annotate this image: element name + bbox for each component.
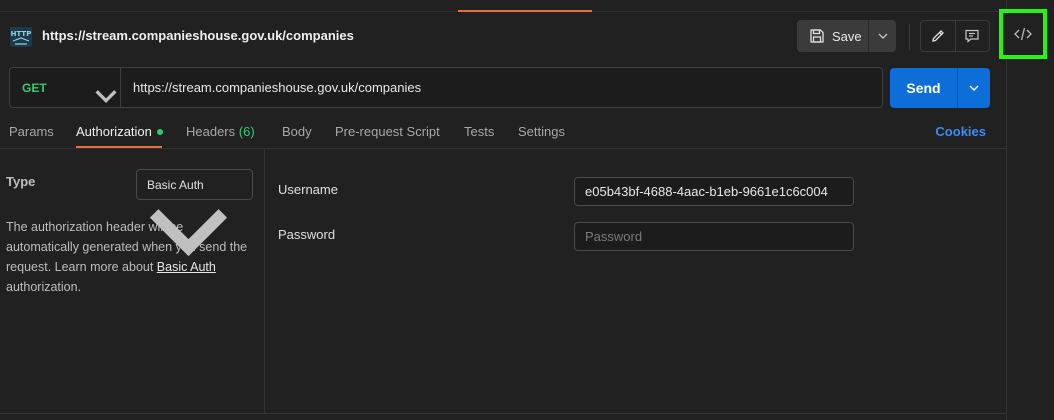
tab-tests[interactable]: Tests: [464, 124, 494, 139]
tab-headers[interactable]: Headers (6): [186, 124, 255, 139]
save-label: Save: [832, 28, 862, 44]
active-tab-underline: [76, 146, 162, 148]
username-label: Username: [278, 182, 338, 197]
edit-button[interactable]: [921, 21, 956, 51]
send-button-group: Send: [890, 68, 990, 108]
edit-actions: [920, 20, 990, 52]
status-dot-icon: [156, 128, 163, 135]
request-title[interactable]: https://stream.companieshouse.gov.uk/com…: [42, 28, 354, 43]
request-tabs: Params Authorization Headers (6) Body Pr…: [0, 118, 1006, 149]
send-button[interactable]: Send: [890, 68, 958, 108]
save-button[interactable]: Save: [797, 20, 869, 52]
auth-description: The authorization header will be automat…: [6, 217, 256, 297]
comment-icon: [965, 29, 979, 43]
active-tab-indicator: [458, 10, 592, 12]
pencil-icon: [931, 30, 944, 42]
auth-type-select[interactable]: Basic Auth: [136, 169, 253, 257]
cookies-link[interactable]: Cookies: [935, 124, 986, 139]
tab-body[interactable]: Body: [282, 124, 312, 139]
code-icon: [1014, 27, 1032, 41]
bottom-divider: [0, 413, 1006, 414]
chevron-down-icon: [969, 85, 979, 91]
tab-authorization-label: Authorization: [76, 124, 152, 139]
save-button-group: Save: [797, 20, 896, 52]
request-header: HTTP https://stream.companieshouse.gov.u…: [0, 20, 1006, 54]
url-bar: GET https://stream.companieshouse.gov.uk…: [9, 67, 883, 108]
http-icon: HTTP: [10, 27, 32, 47]
headers-count: (6): [238, 124, 255, 139]
auth-description-tail: authorization.: [6, 280, 82, 294]
method-label: GET: [22, 80, 47, 95]
save-options-button[interactable]: [869, 20, 896, 52]
url-input[interactable]: https://stream.companieshouse.gov.uk/com…: [121, 80, 421, 95]
svg-text:HTTP: HTTP: [11, 30, 32, 38]
basic-auth-link[interactable]: Basic Auth: [157, 260, 216, 274]
comments-button[interactable]: [956, 21, 990, 51]
auth-fields-pane: Username Password: [266, 149, 1006, 413]
method-select[interactable]: GET: [10, 68, 121, 107]
tab-headers-label: Headers: [186, 124, 236, 139]
header-divider: [909, 24, 910, 50]
password-label: Password: [278, 227, 336, 242]
auth-type-pane: Type Basic Auth The authorization header…: [0, 149, 265, 413]
send-options-button[interactable]: [958, 68, 990, 108]
tab-settings[interactable]: Settings: [518, 124, 565, 139]
right-sidebar: [1006, 0, 1054, 420]
password-field[interactable]: [574, 222, 854, 251]
username-field[interactable]: [574, 177, 854, 206]
auth-type-label: Type: [6, 174, 36, 189]
chevron-down-icon: [878, 33, 887, 39]
save-icon: [810, 29, 824, 43]
tab-params[interactable]: Params: [9, 124, 54, 139]
tab-authorization[interactable]: Authorization: [76, 124, 163, 139]
tab-pre-request-script[interactable]: Pre-request Script: [335, 124, 440, 139]
code-snippet-button[interactable]: [999, 9, 1047, 59]
chevron-down-icon: [95, 90, 117, 103]
